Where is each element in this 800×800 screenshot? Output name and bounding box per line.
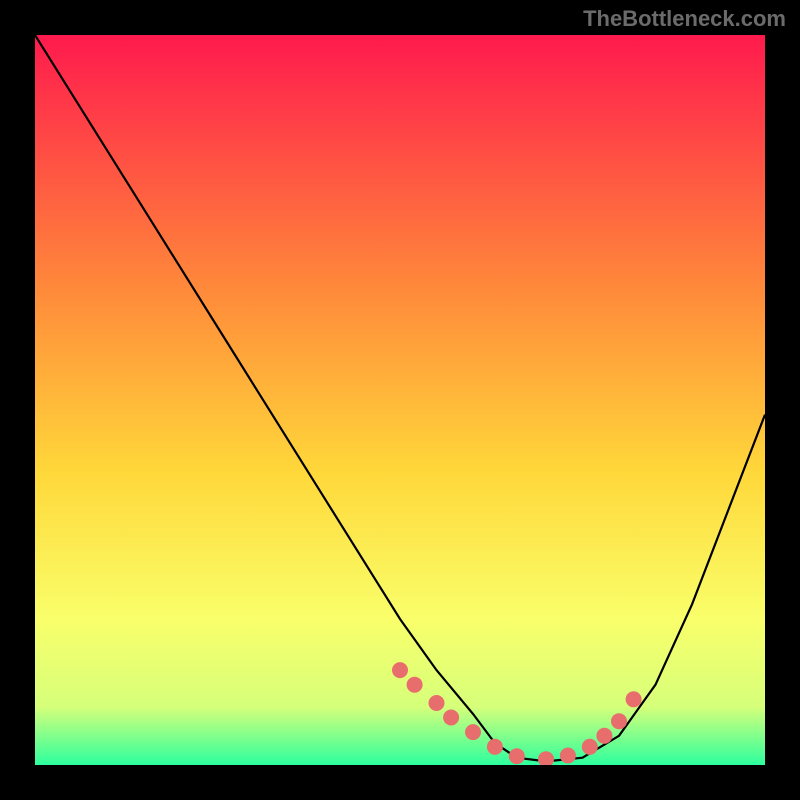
marker-dot — [429, 695, 445, 711]
marker-dot — [443, 710, 459, 726]
bottleneck-chart — [35, 35, 765, 765]
watermark-text: TheBottleneck.com — [583, 6, 786, 32]
marker-dot — [611, 713, 627, 729]
marker-dot — [582, 739, 598, 755]
chart-background — [35, 35, 765, 765]
marker-dot — [560, 748, 576, 764]
marker-dot — [487, 739, 503, 755]
marker-dot — [465, 724, 481, 740]
marker-dot — [626, 691, 642, 707]
marker-dot — [407, 677, 423, 693]
marker-dot — [596, 728, 612, 744]
marker-dot — [509, 748, 525, 764]
marker-dot — [392, 662, 408, 678]
